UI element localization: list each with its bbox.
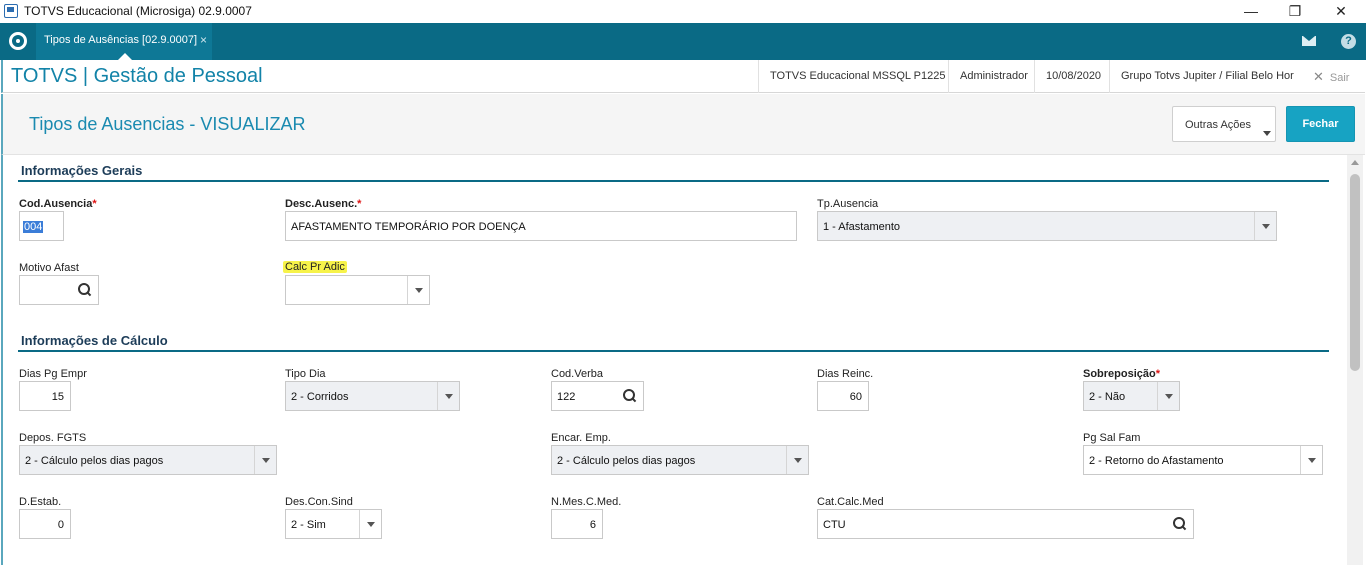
tipo-dia-value: 2 - Corridos [291,391,349,403]
chevron-down-icon[interactable] [1254,212,1276,240]
environment-label: TOTVS Educacional MSSQL P1225 [758,60,945,93]
search-icon[interactable] [623,389,637,403]
depos-fgts-select[interactable]: 2 - Cálculo pelos dias pagos [19,445,277,475]
search-icon[interactable] [1173,517,1187,531]
n-mes-c-med-value: 6 [589,519,596,531]
sobreposicao-select[interactable]: 2 - Não [1083,381,1180,411]
search-icon[interactable] [78,283,92,297]
close-window-button[interactable]: ✕ [1318,0,1364,23]
desc-ausenc-input[interactable]: AFASTAMENTO TEMPORÁRIO POR DOENÇA [285,211,797,241]
tab-close-icon[interactable]: × [200,33,207,47]
pg-sal-fam-label: Pg Sal Fam [1083,432,1141,444]
d-estab-input[interactable]: 0 [19,509,71,539]
restore-button[interactable]: ❐ [1272,0,1318,23]
user-label: Administrador [948,60,1028,93]
des-con-sind-value: 2 - Sim [291,519,326,531]
motivo-afast-input[interactable] [19,275,99,305]
cod-ausencia-input[interactable]: 004 [19,211,64,241]
dias-pg-empr-label: Dias Pg Empr [19,368,87,380]
dias-pg-empr-value: 15 [51,391,64,403]
dias-reinc-input[interactable]: 60 [817,381,869,411]
mail-icon[interactable] [1302,36,1316,46]
des-con-sind-select[interactable]: 2 - Sim [285,509,382,539]
cod-ausencia-value: 004 [23,221,44,233]
dias-pg-empr-input[interactable]: 15 [19,381,71,411]
section-title-calc: Informações de Cálculo [21,333,168,348]
chevron-down-icon[interactable] [437,382,459,410]
form-content: Informações Gerais Cod.Ausencia* 004 Des… [1,155,1347,565]
chevron-down-icon [1263,131,1271,136]
window-title-bar: TOTVS Educacional (Microsiga) 02.9.0007 … [0,0,1366,23]
help-icon[interactable]: ? [1341,34,1356,49]
window-title: TOTVS Educacional (Microsiga) 02.9.0007 [24,4,252,18]
tp-ausencia-label: Tp.Ausencia [817,198,879,210]
cat-calc-med-value: CTU [823,519,846,531]
chevron-down-icon[interactable] [786,446,808,474]
date-label: 10/08/2020 [1034,60,1101,93]
tp-ausencia-select[interactable]: 1 - Afastamento [817,211,1277,241]
cod-verba-input[interactable]: 122 [551,381,644,411]
chevron-down-icon[interactable] [254,446,276,474]
des-con-sind-label: Des.Con.Sind [285,496,353,508]
page-title: Tipos de Ausencias - VISUALIZAR [29,114,306,134]
calc-pr-adic-select[interactable] [285,275,430,305]
other-actions-button[interactable]: Outras Ações [1172,106,1276,142]
depos-fgts-label: Depos. FGTS [19,432,87,444]
dias-reinc-value: 60 [849,391,862,403]
totvs-logo-icon[interactable] [9,32,27,50]
app-header: TOTVS | Gestão de Pessoal TOTVS Educacio… [1,60,1365,93]
section-divider [18,180,1329,182]
sobreposicao-value: 2 - Não [1089,391,1126,403]
tipo-dia-select[interactable]: 2 - Corridos [285,381,460,411]
cod-verba-value: 122 [557,391,576,403]
chevron-down-icon[interactable] [1300,446,1322,474]
close-button[interactable]: Fechar [1286,106,1355,142]
vertical-scrollbar[interactable] [1347,155,1363,565]
tab-tipos-de-ausencias[interactable]: Tipos de Ausências [02.9.0007] × [36,23,212,60]
page-header: Tipos de Ausencias - VISUALIZAR Outras A… [1,94,1365,155]
tp-ausencia-value: 1 - Afastamento [823,221,901,233]
encar-emp-value: 2 - Cálculo pelos dias pagos [557,455,696,467]
motivo-afast-label: Motivo Afast [19,262,79,274]
encar-emp-select[interactable]: 2 - Cálculo pelos dias pagos [551,445,809,475]
tipo-dia-label: Tipo Dia [285,368,326,380]
dias-reinc-label: Dias Reinc. [817,368,874,380]
other-actions-label: Outras Ações [1185,119,1252,131]
chevron-down-icon[interactable] [407,276,429,304]
scroll-up-icon[interactable] [1351,160,1359,165]
tab-label: Tipos de Ausências [02.9.0007] [44,34,198,46]
brand-title: TOTVS | Gestão de Pessoal [11,65,263,87]
highlight-marker: Calc Pr Adic [283,261,347,273]
desc-ausenc-label: Desc.Ausenc.* [285,198,362,210]
tab-strip: Tipos de Ausências [02.9.0007] × ? [0,23,1366,60]
exit-label: Sair [1329,72,1350,84]
close-icon: ✕ [1313,69,1324,84]
cat-calc-med-label: Cat.Calc.Med [817,496,884,508]
app-icon [4,4,18,18]
d-estab-value: 0 [57,519,64,531]
section-title-general: Informações Gerais [21,163,143,178]
cod-verba-label: Cod.Verba [551,368,603,380]
n-mes-c-med-label: N.Mes.C.Med. [551,496,622,508]
d-estab-label: D.Estab. [19,496,62,508]
calc-pr-adic-label: Calc Pr Adic [283,261,347,273]
depos-fgts-value: 2 - Cálculo pelos dias pagos [25,455,164,467]
chevron-down-icon[interactable] [1157,382,1179,410]
section-divider [18,350,1329,352]
desc-ausenc-value: AFASTAMENTO TEMPORÁRIO POR DOENÇA [291,221,526,233]
cat-calc-med-input[interactable]: CTU [817,509,1194,539]
company-label: Grupo Totvs Jupiter / Filial Belo Hor [1109,60,1299,93]
active-tab-indicator [118,53,132,60]
scroll-thumb[interactable] [1350,174,1360,371]
sobreposicao-label: Sobreposição* [1083,368,1161,380]
minimize-button[interactable]: — [1228,0,1274,23]
chevron-down-icon[interactable] [359,510,381,538]
n-mes-c-med-input[interactable]: 6 [551,509,603,539]
exit-button[interactable]: ✕ Sair [1313,60,1349,93]
pg-sal-fam-value: 2 - Retorno do Afastamento [1089,455,1224,467]
encar-emp-label: Encar. Emp. [551,432,611,444]
pg-sal-fam-select[interactable]: 2 - Retorno do Afastamento [1083,445,1323,475]
cod-ausencia-label: Cod.Ausencia* [19,198,97,210]
